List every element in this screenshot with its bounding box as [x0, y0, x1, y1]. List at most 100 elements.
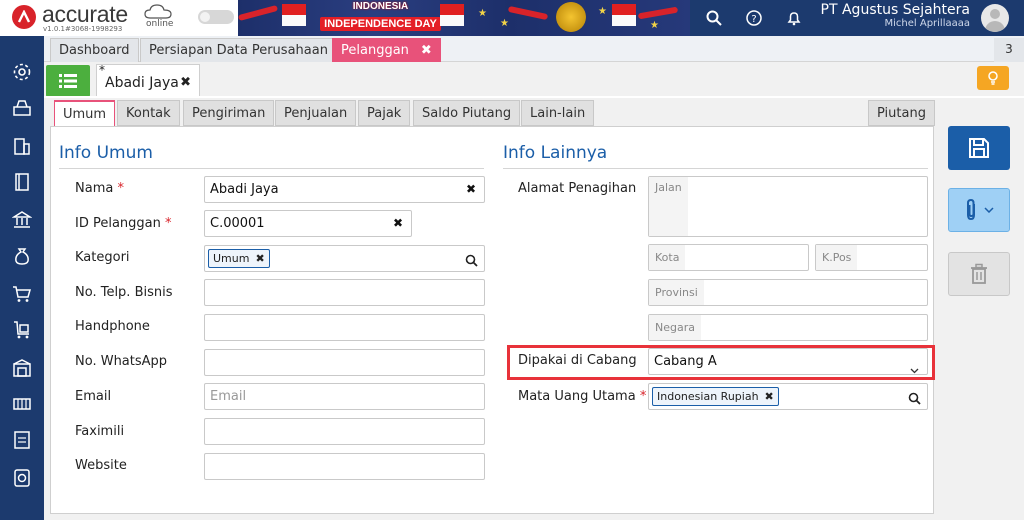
tab-piutang[interactable]: Piutang [868, 100, 935, 126]
divider [44, 96, 1024, 98]
tab-penjualan[interactable]: Penjualan [275, 100, 357, 126]
avatar[interactable] [981, 4, 1009, 32]
search-icon[interactable] [465, 251, 478, 276]
shipping-cart-icon[interactable] [10, 318, 34, 342]
divider [503, 168, 928, 169]
tab-dashboard[interactable]: Dashboard [50, 38, 139, 62]
tab-label: Pajak [367, 106, 402, 121]
ribbon-decoration [507, 5, 549, 21]
search-icon[interactable] [908, 389, 921, 414]
trash-icon [971, 263, 987, 284]
jalan-placeholder: Jalan [649, 177, 688, 236]
mata-uang-field[interactable]: Indonesian Rupiah ✖ [648, 383, 928, 410]
tab-lain-lain[interactable]: Lain-lain [521, 100, 595, 126]
cart-icon[interactable] [10, 282, 34, 306]
report-icon[interactable] [10, 466, 34, 490]
handphone-field[interactable] [204, 314, 485, 341]
independence-day-banner: INDONESIA INDEPENDENCE DAY ★ ★ ★ ★ [237, 0, 690, 36]
divider [59, 168, 484, 169]
form-panel: Info Umum Nama * Abadi Jaya ✖ ID Pelangga… [50, 126, 935, 514]
provinsi-field[interactable]: Provinsi [648, 279, 928, 306]
tab-persiapan-data-perusahaan[interactable]: Persiapan Data Perusahaan [140, 38, 337, 62]
telp-bisnis-label: No. Telp. Bisnis [75, 285, 173, 300]
cash-register-icon[interactable] [10, 96, 34, 120]
negara-field[interactable]: Negara [648, 314, 928, 341]
tab-label: Piutang [877, 106, 926, 121]
modified-mark: * [99, 63, 105, 77]
list-button[interactable] [46, 65, 90, 97]
gear-icon[interactable] [10, 60, 34, 84]
clear-icon[interactable]: ✖ [466, 177, 476, 202]
tab-label: Pengiriman [192, 106, 266, 121]
close-icon[interactable]: ✖ [421, 43, 432, 58]
nama-field[interactable]: Abadi Jaya ✖ [204, 176, 485, 203]
company-info[interactable]: PT Agustus Sejahtera Michel Aprillaaaa [821, 2, 970, 29]
tab-label: Lain-lain [530, 106, 586, 121]
production-icon[interactable] [10, 392, 34, 416]
clear-icon[interactable]: ✖ [393, 211, 403, 236]
star-icon: ★ [650, 20, 659, 31]
tab-label: Pelanggan [341, 43, 409, 58]
menu-toggle[interactable] [198, 10, 234, 24]
telp-bisnis-field[interactable] [204, 279, 485, 306]
warehouse-icon[interactable] [10, 356, 34, 380]
mata-uang-chip: Indonesian Rupiah ✖ [652, 387, 779, 406]
version-text: v1.0.1#3068-1998293 [43, 25, 123, 33]
kpos-field[interactable]: K.Pos [815, 244, 928, 271]
bank-icon[interactable] [10, 208, 34, 232]
money-bag-icon[interactable] [10, 244, 34, 268]
chevron-down-icon [984, 207, 994, 213]
tab-saldo-piutang[interactable]: Saldo Piutang [413, 100, 521, 126]
sidebar [0, 36, 44, 520]
id-pelanggan-field[interactable]: C.00001 ✖ [204, 210, 412, 237]
tab-pajak[interactable]: Pajak [358, 100, 411, 126]
tab-kontak[interactable]: Kontak [117, 100, 180, 126]
website-field[interactable] [204, 453, 485, 480]
cloud-icon [144, 4, 172, 19]
ribbon-decoration [237, 4, 279, 22]
kota-field[interactable]: Kota [648, 244, 809, 271]
content-area: * Abadi Jaya ✖ Umum Kontak Pengiriman Pe… [44, 62, 1024, 520]
faximili-field[interactable] [204, 418, 485, 445]
attachment-button[interactable] [948, 188, 1010, 232]
email-label: Email [75, 389, 112, 404]
paperclip-icon [967, 198, 975, 221]
kategori-label: Kategori [75, 250, 130, 265]
kategori-chip: Umum ✖ [208, 249, 270, 268]
svg-text:?: ? [751, 14, 756, 25]
mata-uang-label: Mata Uang Utama * [518, 389, 647, 404]
tax-icon[interactable] [10, 428, 34, 452]
building-icon[interactable] [10, 134, 34, 158]
user-name: Michel Aprillaaaa [884, 18, 971, 29]
delete-button[interactable] [948, 252, 1010, 296]
tab-umum[interactable]: Umum [54, 100, 116, 127]
tab-count[interactable]: 3 [994, 38, 1024, 62]
whatsapp-field[interactable] [204, 349, 485, 376]
top-icon-group: ? [700, 0, 820, 36]
remove-chip-icon[interactable]: ✖ [765, 390, 774, 403]
lightbulb-icon[interactable] [977, 66, 1009, 90]
jalan-field[interactable]: Jalan [648, 176, 928, 237]
remove-chip-icon[interactable]: ✖ [255, 252, 264, 265]
doc-tab-label: Abadi Jaya [105, 75, 179, 91]
logo-text: accurate [42, 1, 128, 27]
banner-title-line1: INDONESIA [352, 1, 409, 12]
star-icon: ★ [500, 18, 509, 29]
book-icon[interactable] [10, 170, 34, 194]
email-field[interactable]: Email [204, 383, 485, 410]
logo-area: accurate online v1.0.1#3068-1998293 [0, 0, 238, 36]
save-button[interactable] [948, 126, 1010, 170]
bell-icon[interactable] [784, 8, 804, 28]
whatsapp-label: No. WhatsApp [75, 354, 168, 369]
tab-pelanggan[interactable]: Pelanggan ✖ [332, 38, 441, 62]
help-icon[interactable]: ? [744, 8, 764, 28]
kategori-field[interactable]: Umum ✖ [204, 245, 485, 272]
tab-pengiriman[interactable]: Pengiriman [183, 100, 275, 126]
nama-label: Nama * [75, 181, 124, 196]
star-icon: ★ [478, 8, 487, 19]
tab-label: Saldo Piutang [422, 106, 512, 121]
search-icon[interactable] [704, 8, 724, 28]
doc-tab-abadi-jaya[interactable]: * Abadi Jaya ✖ [96, 63, 200, 98]
tab-label: Dashboard [59, 43, 130, 58]
kota-placeholder: Kota [649, 245, 686, 270]
